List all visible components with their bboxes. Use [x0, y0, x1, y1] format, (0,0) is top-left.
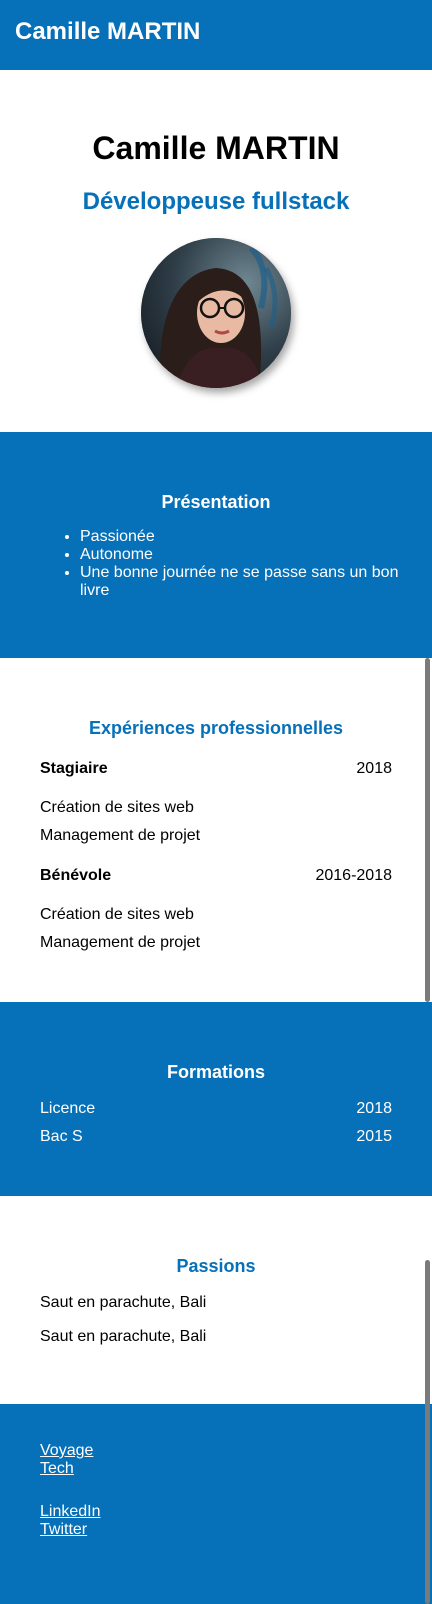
footer: Voyage Tech LinkedIn Twitter [0, 1404, 432, 1604]
profile-role: Développeuse fullstack [82, 188, 350, 215]
experience-task: Création de sites web [40, 799, 194, 816]
formations-section: Formations Licence 2018 Bac S 2015 [0, 1002, 432, 1196]
passion-item: Saut en parachute, Bali [40, 1294, 207, 1311]
footer-link-voyage[interactable]: Voyage [40, 1442, 93, 1460]
experiences-section: Expériences professionnelles Stagiaire 2… [0, 658, 432, 1002]
experience-task: Management de projet [40, 827, 201, 844]
footer-link-twitter[interactable]: Twitter [40, 1521, 87, 1539]
scrollbar[interactable] [425, 1260, 430, 1604]
top-bar: Camille MARTIN [0, 0, 432, 70]
experience-task: Création de sites web [40, 906, 194, 923]
list-item: Passionée [80, 528, 420, 546]
list-item: Autonome [80, 546, 420, 564]
experience-period: 2018 [356, 760, 392, 777]
experience-title: Stagiaire [40, 760, 108, 777]
list-item: Une bonne journée ne se passe sans un bo… [80, 564, 420, 600]
formation-year: 2018 [356, 1100, 392, 1117]
experience-period: 2016-2018 [315, 867, 392, 884]
passions-title: Passions [176, 1256, 256, 1276]
hero-section: Camille MARTIN Développeuse fullstack [0, 70, 432, 432]
formation-name: Bac S [40, 1128, 83, 1145]
formations-title: Formations [166, 1062, 265, 1082]
passions-section: Passions Saut en parachute, Bali Saut en… [0, 1196, 432, 1404]
site-title: Camille MARTIN [15, 18, 201, 45]
formation-year: 2015 [356, 1128, 392, 1145]
footer-link-linkedin[interactable]: LinkedIn [40, 1503, 101, 1521]
presentation-section: Présentation Passionée Autonome Une bonn… [0, 432, 432, 658]
footer-link-tech[interactable]: Tech [40, 1460, 74, 1478]
profile-name: Camille MARTIN [92, 130, 340, 166]
passion-item: Saut en parachute, Bali [40, 1328, 207, 1345]
experiences-title: Expériences professionnelles [88, 718, 344, 738]
experience-task: Management de projet [40, 934, 201, 951]
avatar [141, 238, 291, 388]
formation-name: Licence [40, 1100, 96, 1117]
presentation-title: Présentation [161, 492, 271, 512]
avatar-portrait-icon [141, 238, 291, 388]
presentation-list: Passionée Autonome Une bonne journée ne … [40, 528, 420, 600]
scrollbar[interactable] [425, 658, 430, 1002]
experience-title: Bénévole [40, 867, 112, 884]
